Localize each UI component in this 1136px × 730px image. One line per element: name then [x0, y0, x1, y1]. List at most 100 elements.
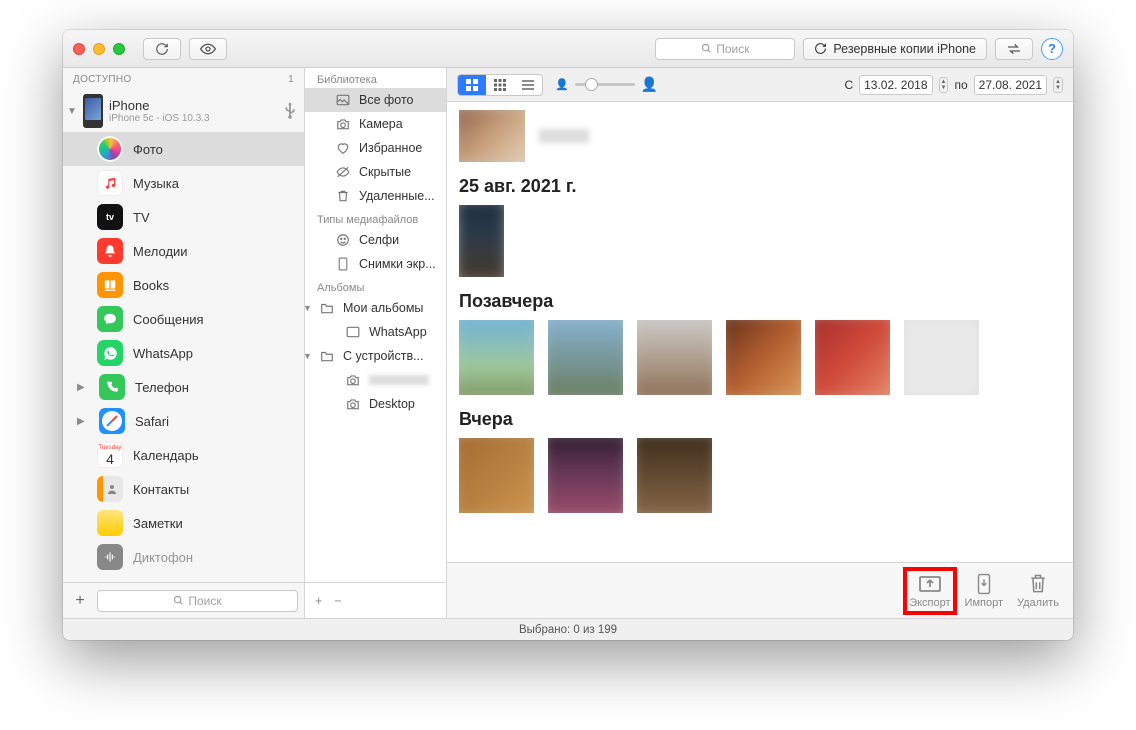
refresh-icon	[155, 42, 169, 56]
sidebar-item-tv[interactable]: tv TV	[63, 200, 304, 234]
photo-thumbnail[interactable]	[459, 110, 525, 162]
library-item-camera[interactable]: Камера	[305, 112, 446, 136]
sidebar-item-label: Заметки	[133, 516, 183, 531]
remove-album-button[interactable]: −	[334, 594, 341, 608]
phone-icon	[99, 374, 125, 400]
sidebar-search-input[interactable]: Поиск	[97, 590, 298, 612]
sidebar-item-books[interactable]: Books	[63, 268, 304, 302]
content-toolbar: 👤 👤 С 13.02. 2018 ▲▼ по 27.08. 2021 ▲▼	[447, 68, 1073, 102]
add-button[interactable]: +	[69, 592, 91, 610]
sidebar-item-safari[interactable]: ▶ Safari	[63, 404, 304, 438]
chevron-down-icon: ▼	[305, 351, 311, 361]
library-item-label: Избранное	[359, 141, 422, 155]
sidebar-item-contacts[interactable]: Контакты	[63, 472, 304, 506]
library-section-header: Библиотека	[305, 68, 446, 88]
minimize-window-button[interactable]	[93, 43, 105, 55]
sidebar-item-label: Контакты	[133, 482, 189, 497]
delete-button[interactable]: Удалить	[1017, 573, 1059, 609]
library-item-favorites[interactable]: Избранное	[305, 136, 446, 160]
date-to-stepper[interactable]: ▲▼	[1053, 77, 1063, 93]
view-small-grid-button[interactable]	[486, 75, 514, 95]
library-item-hidden-album[interactable]	[305, 368, 446, 392]
photo-thumbnail[interactable]	[815, 320, 890, 395]
device-name: iPhone	[109, 98, 278, 113]
date-from-input[interactable]: 13.02. 2018	[859, 75, 932, 95]
backup-button[interactable]: Резервные копии iPhone	[803, 38, 987, 60]
view-list-button[interactable]	[514, 75, 542, 95]
search-icon	[173, 595, 184, 606]
photo-thumbnail[interactable]	[459, 438, 534, 513]
sidebar-item-voicememo[interactable]: Диктофон	[63, 540, 304, 574]
sidebar-item-label: Фото	[133, 142, 163, 157]
photo-thumbnail[interactable]	[637, 320, 712, 395]
sidebar-item-calendar[interactable]: Tuesday 4 Календарь	[63, 438, 304, 472]
sidebar-item-phone[interactable]: ▶ Телефон	[63, 370, 304, 404]
close-window-button[interactable]	[73, 43, 85, 55]
photo-thumbnail[interactable]	[726, 320, 801, 395]
usb-icon	[284, 102, 296, 120]
library-item-label: Удаленные...	[359, 189, 435, 203]
main-column: 👤 👤 С 13.02. 2018 ▲▼ по 27.08. 2021 ▲▼	[447, 68, 1073, 618]
transfer-icon	[1006, 43, 1022, 55]
sidebar-section-label: ДОСТУПНО	[73, 74, 132, 85]
transfer-button[interactable]	[995, 38, 1033, 60]
date-group-header: Вчера	[459, 409, 1061, 430]
eye-icon	[200, 43, 216, 55]
library-column: Библиотека Все фото Камера Избранное Скр…	[305, 68, 447, 618]
small-grid-icon	[494, 79, 506, 91]
refresh-icon	[814, 42, 827, 55]
date-from-stepper[interactable]: ▲▼	[939, 77, 949, 93]
toolbar-search-placeholder: Поиск	[716, 42, 749, 56]
grid-icon	[466, 79, 478, 91]
sidebar-section-count: 1	[288, 74, 294, 85]
sidebar-item-label: Мелодии	[133, 244, 188, 259]
library-item-all-photos[interactable]: Все фото	[305, 88, 446, 112]
sidebar-section-header: ДОСТУПНО 1	[63, 68, 304, 90]
sidebar-item-label: Books	[133, 278, 169, 293]
list-icon	[522, 80, 534, 90]
photo-thumbnail[interactable]	[904, 320, 979, 395]
photo-thumbnail[interactable]	[548, 320, 623, 395]
sidebar: ДОСТУПНО 1 ▼ iPhone iPhone 5c - iOS 10.3…	[63, 68, 305, 618]
bell-icon	[97, 238, 123, 264]
sidebar-item-music[interactable]: Музыка	[63, 166, 304, 200]
trash-icon	[1026, 573, 1050, 595]
device-row[interactable]: ▼ iPhone iPhone 5c - iOS 10.3.3	[63, 90, 304, 132]
import-label: Импорт	[965, 597, 1003, 609]
date-to-input[interactable]: 27.08. 2021	[974, 75, 1047, 95]
photo-thumbnail[interactable]	[548, 438, 623, 513]
thumbnail-size-slider[interactable]: 👤 👤	[555, 76, 658, 93]
library-item-hidden[interactable]: Скрытые	[305, 160, 446, 184]
library-item-screenshots[interactable]: Снимки экр...	[305, 252, 446, 276]
folder-icon	[319, 349, 335, 363]
sidebar-item-notes[interactable]: Заметки	[63, 506, 304, 540]
library-item-from-devices[interactable]: ▼ С устройств...	[305, 344, 446, 368]
import-button[interactable]: Импорт	[965, 573, 1003, 609]
sidebar-item-messages[interactable]: Сообщения	[63, 302, 304, 336]
library-item-deleted[interactable]: Удаленные...	[305, 184, 446, 208]
toolbar-search-input[interactable]: Поиск	[655, 38, 795, 60]
library-item-desktop[interactable]: Desktop	[305, 392, 446, 416]
sidebar-item-whatsapp[interactable]: WhatsApp	[63, 336, 304, 370]
add-album-button[interactable]: +	[315, 594, 322, 608]
zoom-window-button[interactable]	[113, 43, 125, 55]
preview-button[interactable]	[189, 38, 227, 60]
photo-thumbnail[interactable]	[637, 438, 712, 513]
help-button[interactable]: ?	[1041, 38, 1063, 60]
photo-thumbnail[interactable]	[459, 205, 504, 277]
library-item-my-albums[interactable]: ▼ Мои альбомы	[305, 296, 446, 320]
refresh-button[interactable]	[143, 38, 181, 60]
camera-icon	[335, 117, 351, 131]
search-icon	[701, 43, 712, 54]
library-item-selfies[interactable]: Селфи	[305, 228, 446, 252]
export-button[interactable]: Экспорт	[909, 573, 950, 609]
backup-button-label: Резервные копии iPhone	[833, 42, 976, 56]
sidebar-item-ringtones[interactable]: Мелодии	[63, 234, 304, 268]
view-grid-button[interactable]	[458, 75, 486, 95]
photo-thumbnail[interactable]	[459, 320, 534, 395]
whatsapp-icon	[97, 340, 123, 366]
sidebar-item-photos[interactable]: Фото	[63, 132, 304, 166]
library-item-whatsapp-album[interactable]: WhatsApp	[305, 320, 446, 344]
library-item-label: Скрытые	[359, 165, 411, 179]
books-icon	[97, 272, 123, 298]
